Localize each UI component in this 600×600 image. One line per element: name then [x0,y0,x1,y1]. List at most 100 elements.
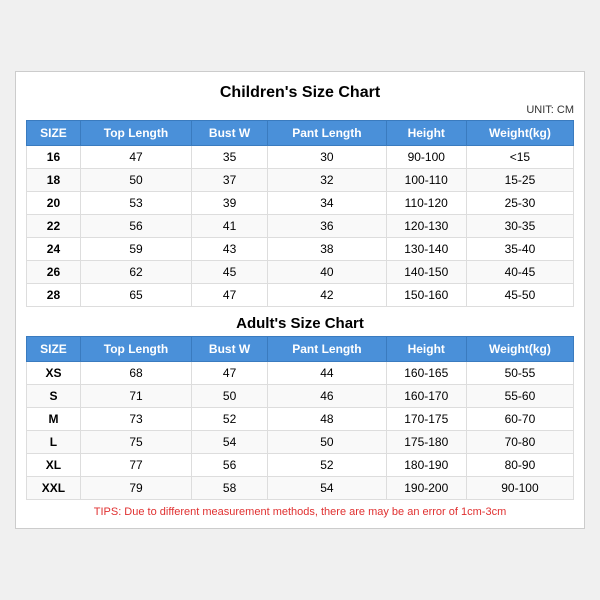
children-header-cell: Top Length [80,121,191,146]
data-cell: 120-130 [386,215,466,238]
children-header-cell: Pant Length [268,121,386,146]
adult-header-cell: Weight(kg) [466,337,573,362]
data-cell: 71 [80,385,191,408]
data-cell: 160-165 [386,362,466,385]
data-cell: <15 [466,146,573,169]
data-cell: 77 [80,454,191,477]
children-size-table: SIZETop LengthBust WPant LengthHeightWei… [26,120,574,307]
data-cell: 68 [80,362,191,385]
table-row: XXL795854190-20090-100 [27,477,574,500]
size-cell: S [27,385,81,408]
data-cell: 47 [192,362,268,385]
data-cell: 48 [268,408,386,431]
size-cell: 20 [27,192,81,215]
tips-text: TIPS: Due to different measurement metho… [26,506,574,518]
data-cell: 25-30 [466,192,573,215]
data-cell: 41 [192,215,268,238]
data-cell: 37 [192,169,268,192]
size-cell: 18 [27,169,81,192]
children-header-cell: SIZE [27,121,81,146]
data-cell: 54 [268,477,386,500]
data-cell: 56 [80,215,191,238]
table-row: 1647353090-100<15 [27,146,574,169]
table-row: M735248170-17560-70 [27,408,574,431]
data-cell: 60-70 [466,408,573,431]
data-cell: 62 [80,261,191,284]
data-cell: 30 [268,146,386,169]
data-cell: 70-80 [466,431,573,454]
data-cell: 46 [268,385,386,408]
adult-header-row: SIZETop LengthBust WPant LengthHeightWei… [27,337,574,362]
table-row: XS684744160-16550-55 [27,362,574,385]
children-header-row: SIZETop LengthBust WPant LengthHeightWei… [27,121,574,146]
data-cell: 110-120 [386,192,466,215]
data-cell: 65 [80,284,191,307]
size-cell: XXL [27,477,81,500]
table-row: 24594338130-14035-40 [27,238,574,261]
data-cell: 39 [192,192,268,215]
data-cell: 42 [268,284,386,307]
data-cell: 50 [192,385,268,408]
data-cell: 35-40 [466,238,573,261]
table-row: 26624540140-15040-45 [27,261,574,284]
children-header-cell: Height [386,121,466,146]
size-cell: M [27,408,81,431]
data-cell: 150-160 [386,284,466,307]
main-title: Children's Size Chart [26,84,574,102]
adult-title: Adult's Size Chart [26,307,574,336]
table-row: 18503732100-11015-25 [27,169,574,192]
table-row: 28654742150-16045-50 [27,284,574,307]
data-cell: 53 [80,192,191,215]
data-cell: 43 [192,238,268,261]
children-table-body: 1647353090-100<1518503732100-11015-25205… [27,146,574,307]
data-cell: 90-100 [386,146,466,169]
data-cell: 38 [268,238,386,261]
data-cell: 190-200 [386,477,466,500]
unit-label: UNIT: CM [26,104,574,116]
size-cell: 22 [27,215,81,238]
size-chart-card: Children's Size Chart UNIT: CM SIZETop L… [15,71,585,529]
adult-size-table: SIZETop LengthBust WPant LengthHeightWei… [26,336,574,500]
adult-header-cell: Top Length [80,337,191,362]
size-cell: 16 [27,146,81,169]
data-cell: 180-190 [386,454,466,477]
table-row: XL775652180-19080-90 [27,454,574,477]
data-cell: 15-25 [466,169,573,192]
data-cell: 45-50 [466,284,573,307]
data-cell: 50 [80,169,191,192]
data-cell: 52 [192,408,268,431]
data-cell: 170-175 [386,408,466,431]
data-cell: 35 [192,146,268,169]
data-cell: 55-60 [466,385,573,408]
data-cell: 75 [80,431,191,454]
table-row: 22564136120-13030-35 [27,215,574,238]
data-cell: 50 [268,431,386,454]
table-row: S715046160-17055-60 [27,385,574,408]
data-cell: 90-100 [466,477,573,500]
data-cell: 40 [268,261,386,284]
size-cell: 28 [27,284,81,307]
data-cell: 79 [80,477,191,500]
adult-table-body: XS684744160-16550-55S715046160-17055-60M… [27,362,574,500]
adult-header-cell: Bust W [192,337,268,362]
size-cell: 24 [27,238,81,261]
data-cell: 56 [192,454,268,477]
data-cell: 40-45 [466,261,573,284]
data-cell: 58 [192,477,268,500]
data-cell: 140-150 [386,261,466,284]
size-cell: L [27,431,81,454]
adult-header-cell: Height [386,337,466,362]
data-cell: 45 [192,261,268,284]
data-cell: 47 [80,146,191,169]
data-cell: 50-55 [466,362,573,385]
adult-header-cell: SIZE [27,337,81,362]
data-cell: 32 [268,169,386,192]
data-cell: 44 [268,362,386,385]
adult-header-cell: Pant Length [268,337,386,362]
data-cell: 73 [80,408,191,431]
data-cell: 80-90 [466,454,573,477]
data-cell: 47 [192,284,268,307]
data-cell: 175-180 [386,431,466,454]
data-cell: 30-35 [466,215,573,238]
data-cell: 160-170 [386,385,466,408]
